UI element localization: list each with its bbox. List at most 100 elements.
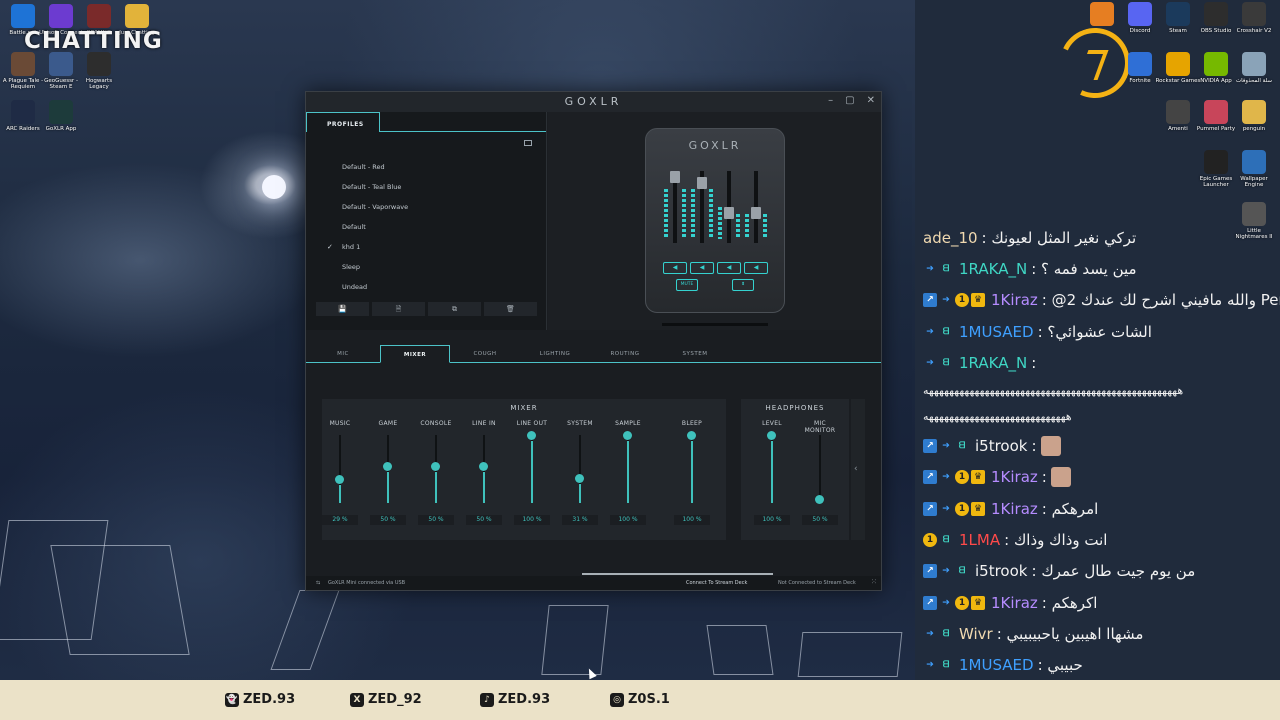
profile-item[interactable]: khd 1 (306, 242, 546, 262)
fader-value: 100 % (610, 515, 646, 525)
fader-slider[interactable] (527, 431, 536, 503)
crown-badge-icon: ♛ (971, 470, 985, 485)
profile-item[interactable]: Default - Vaporwave (306, 202, 546, 222)
connection-status: GoXLR Mini connected via USB (328, 580, 406, 586)
delete-profile-button[interactable]: 🗑 (484, 302, 537, 316)
fader-knob[interactable] (575, 473, 584, 483)
profile-item[interactable]: Default (306, 222, 546, 242)
fader-slider[interactable] (383, 435, 392, 503)
chevron-left-icon[interactable]: ‹ (854, 464, 858, 474)
shortcut-label: Crosshair V2 (1236, 28, 1272, 34)
resize-grip-icon[interactable]: ⁙ (871, 578, 877, 586)
wire-decoration (797, 632, 903, 677)
chat-badges: ↗ ➔ ᗺ (923, 439, 969, 454)
profile-item[interactable]: Undead (306, 282, 546, 302)
minimize-button[interactable]: – (828, 95, 833, 106)
chat-username[interactable]: Wivr (959, 625, 993, 643)
folder-icon[interactable] (524, 140, 532, 146)
fader-value: 100 % (754, 515, 790, 525)
fader-label: BLEEP (681, 420, 703, 427)
chat-username[interactable]: i5trook (975, 562, 1027, 580)
fader-knob[interactable] (335, 475, 344, 485)
save-profile-button[interactable]: 💾 (316, 302, 369, 316)
chat-badges: ➔ ᗺ (923, 627, 953, 641)
chat-text: : الشات عشوائي؟ (1037, 322, 1152, 341)
chat-badges: ↗ ➔ 1 ♛ (923, 595, 985, 610)
chat-text: : حبيبي (1037, 656, 1083, 675)
fader-knob[interactable] (431, 462, 440, 471)
tab-mic[interactable]: MIC (306, 345, 380, 363)
fader-knob[interactable] (815, 495, 824, 504)
fader-slider[interactable] (431, 435, 440, 503)
tiktok-icon: ♪ (480, 692, 494, 707)
chat-username[interactable]: 1RAKA_N (959, 260, 1027, 278)
profiles-tab[interactable]: PROFILES (306, 112, 380, 132)
desktop-shortcut[interactable]: Hogwarts Legacy (76, 52, 122, 90)
desktop-shortcut[interactable]: Crosshair V2 (1231, 2, 1277, 34)
fader-knob[interactable] (527, 431, 536, 440)
fader-knob[interactable] (479, 462, 488, 471)
fader-knob[interactable] (687, 431, 696, 440)
fader-slider[interactable] (767, 431, 776, 503)
profile-item[interactable]: Default - Teal Blue (306, 182, 546, 202)
chat-username[interactable]: 1MUSAED (959, 656, 1034, 674)
profile-item[interactable]: Sleep (306, 262, 546, 282)
profile-item[interactable]: Default - Red (306, 162, 546, 182)
prime-badge-icon: ➔ (942, 472, 950, 483)
fader-slider[interactable] (479, 435, 488, 503)
fader-slider[interactable] (575, 435, 584, 503)
mixer-title: MIXER (510, 404, 538, 412)
close-button[interactable]: ✕ (867, 95, 875, 106)
app-icon (1242, 2, 1266, 26)
tab-system[interactable]: SYSTEM (660, 345, 730, 363)
new-profile-button[interactable]: 🗎 (372, 302, 425, 316)
wire-decoration (270, 590, 340, 670)
desktop-shortcut[interactable]: GoXLR App (38, 100, 84, 132)
chat-username[interactable]: 1RAKA_N (959, 354, 1027, 372)
chat-username[interactable]: 1Kiraz (991, 500, 1038, 518)
chat-username[interactable]: ade_10 (923, 229, 978, 247)
tab-lighting[interactable]: LIGHTING (520, 345, 590, 363)
chat-username[interactable]: 1Kiraz (991, 594, 1038, 612)
chat-username[interactable]: 1LMA (959, 531, 1000, 549)
desktop-shortcut[interactable]: penguin (1231, 100, 1277, 132)
chat-username[interactable]: 1Kiraz (991, 291, 1038, 309)
connect-stream-deck-link[interactable]: Connect To Stream Deck (686, 580, 747, 586)
chat-badges: ↗ ➔ 1 ♛ (923, 501, 985, 516)
chat-username[interactable]: 1Kiraz (991, 468, 1038, 486)
tab-routing[interactable]: ROUTING (590, 345, 660, 363)
instagram-icon: ◎ (610, 692, 624, 707)
rank-badge-icon: 1 (955, 595, 969, 610)
chat-username[interactable]: 1MUSAED (959, 323, 1034, 341)
app-icon (1128, 52, 1152, 76)
app-icon (1204, 2, 1228, 26)
prime-badge-icon: ᗺ (942, 535, 950, 546)
duplicate-profile-button[interactable]: ⧉ (428, 302, 481, 316)
app-icon (87, 4, 111, 28)
desktop-shortcut[interactable]: Wallpaper Engine (1231, 150, 1277, 188)
prime-badge-icon: ➔ (942, 566, 950, 577)
fader-knob[interactable] (383, 462, 392, 471)
chat-username[interactable]: i5trook (975, 437, 1027, 455)
fader-fill (579, 483, 581, 503)
fader-slider[interactable] (335, 435, 344, 503)
fader-label: MUSIC (329, 420, 351, 427)
maximize-button[interactable]: ▢ (845, 95, 854, 106)
fader-slider[interactable] (687, 431, 696, 503)
fader-slider[interactable] (815, 435, 824, 504)
desktop-shortcut[interactable]: سلة المحذوفات (1231, 52, 1277, 84)
fader-knob[interactable] (623, 431, 632, 440)
fader-slider[interactable] (623, 431, 632, 503)
wire-decoration (50, 545, 190, 655)
fader-channel: SYSTEM 31 % (558, 420, 602, 525)
tab-cough[interactable]: COUGH (450, 345, 520, 363)
fader-knob[interactable] (767, 431, 776, 440)
crown-badge-icon: ♛ (971, 293, 985, 308)
tab-mixer[interactable]: MIXER (380, 345, 450, 363)
prime-badge-icon: ➔ (926, 628, 934, 639)
chat-badges: ➔ ᗺ (923, 262, 953, 276)
fader-label: LINE OUT (516, 420, 548, 427)
shortcut-label: سلة المحذوفات (1235, 78, 1273, 84)
fader-value: 100 % (514, 515, 550, 525)
horizontal-scrollbar[interactable] (582, 573, 773, 575)
